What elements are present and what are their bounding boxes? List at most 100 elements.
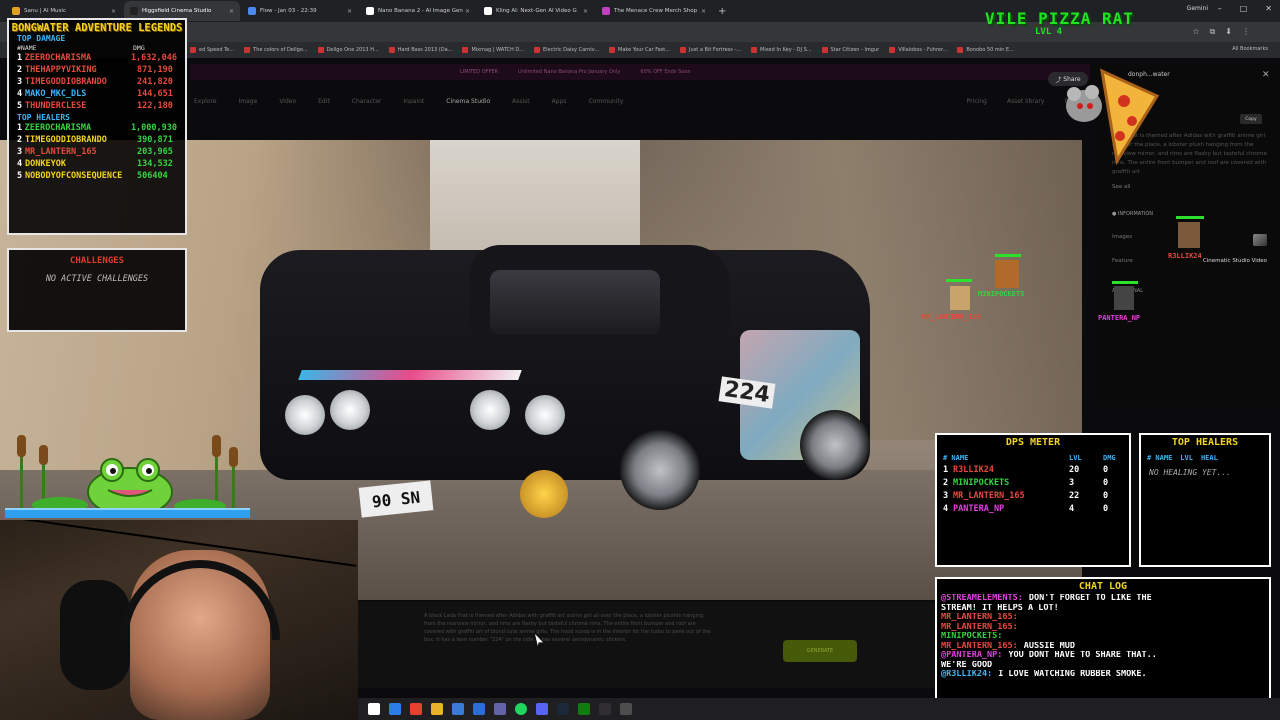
bookmark-item[interactable]: The colors of Dellgo... <box>244 47 308 53</box>
tab-close-icon[interactable]: ✕ <box>347 8 352 15</box>
tab-title: Sanu | AI Music <box>24 8 66 14</box>
player-damage: 0 <box>1103 478 1109 488</box>
tab-close-icon[interactable]: ✕ <box>465 8 470 15</box>
information-label: INFORMATION <box>1117 211 1154 217</box>
start-icon[interactable] <box>368 703 380 715</box>
bookmark-item[interactable]: ed Speed Te... <box>190 47 234 53</box>
player-value: 122,180 <box>137 101 173 111</box>
nav-item[interactable]: Character <box>352 98 382 105</box>
browser-tab[interactable]: The Menace Crew Merch Shop ✕ <box>596 1 712 21</box>
maximize-icon[interactable]: □ <box>1240 4 1248 13</box>
teams-icon[interactable] <box>494 703 506 715</box>
player-name: TIMEGODDIOBRANDO <box>25 135 107 145</box>
bookmark-label: ed Speed Te... <box>199 47 235 53</box>
see-all-link[interactable]: See all <box>1112 184 1130 190</box>
steam-icon[interactable] <box>557 703 569 715</box>
bookmark-item[interactable]: Make Your Car Fast... <box>609 47 670 53</box>
extensions-icon[interactable]: ⧉ <box>1210 27 1216 37</box>
frog-pond-decoration <box>17 435 238 517</box>
player-name: MR_LANTERN_165 <box>25 147 97 157</box>
browser-tab[interactable]: Nano Banana 2 - AI Image Gen ✕ <box>360 1 476 21</box>
discord-icon[interactable] <box>536 703 548 715</box>
browser-tab[interactable]: Flow - Jan 03 - 22:39 ✕ <box>242 1 358 21</box>
nav-item[interactable]: Image <box>239 98 258 105</box>
chat-message: @R3LLIK24: I LOVE WATCHING RUBBER SMOKE. <box>941 670 1265 680</box>
bookmark-item[interactable]: Bonobo 50 min E... <box>957 47 1014 53</box>
player-sprite <box>950 286 970 310</box>
nav-item[interactable]: Assist <box>512 98 530 105</box>
nav-item[interactable]: Apps <box>552 98 567 105</box>
bookmark-icon <box>889 47 896 53</box>
health-bar <box>1176 216 1204 219</box>
prompt-text[interactable]: A black Lada that is themed after Adidas… <box>424 612 714 644</box>
generate-button[interactable]: GENERATE <box>783 640 857 662</box>
tab-close-icon[interactable]: ✕ <box>701 8 706 15</box>
chat-text: AUSSIE MUD <box>1023 641 1075 651</box>
nav-right-item[interactable]: Asset library <box>1007 98 1045 105</box>
star-icon[interactable]: ☆ <box>1192 27 1199 37</box>
copy-button[interactable]: Copy <box>1240 114 1262 124</box>
hood-badge <box>520 470 568 518</box>
damage-header: #NAME DMG <box>9 44 185 52</box>
all-bookmarks-link[interactable]: All Bookmarks <box>1232 46 1268 52</box>
profile-label[interactable]: Gemini <box>1187 5 1208 12</box>
bookmark-label: Bonobo 50 min E... <box>966 47 1014 53</box>
nav-item[interactable]: Video <box>279 98 296 105</box>
nav-item[interactable]: Community <box>589 98 624 105</box>
bookmark-item[interactable]: Mixed In Key - DJ S... <box>751 47 812 53</box>
bookmark-item[interactable]: Villalobos - Fuhrer... <box>889 47 947 53</box>
files-icon[interactable] <box>431 703 443 715</box>
edge-icon[interactable] <box>389 703 401 715</box>
chrome-icon[interactable] <box>410 703 422 715</box>
bookmark-item[interactable]: Hard Bass 2013 (Da... <box>388 47 452 53</box>
tab-close-icon[interactable]: ✕ <box>583 8 588 15</box>
xbox-icon[interactable] <box>578 703 590 715</box>
rank: 5 <box>17 171 23 181</box>
chat-text: DON'T FORGET TO LIKE THE <box>1028 594 1152 603</box>
bookmark-item[interactable]: Mixmag | WATCH D... <box>462 47 524 53</box>
nav-item[interactable]: Explore <box>194 98 217 105</box>
mail-icon[interactable] <box>473 703 485 715</box>
image-thumbnail[interactable] <box>1253 234 1267 248</box>
tab-close-icon[interactable]: ✕ <box>111 8 116 15</box>
nav-item[interactable]: Edit <box>318 98 330 105</box>
info-value: Cinematic Studio Video <box>1202 258 1267 264</box>
top-damage-title: TOP DAMAGE <box>17 34 66 43</box>
promo-text: LIMITED OFFER <box>460 69 499 75</box>
player-name: PANTERA_NP <box>953 504 1005 514</box>
close-window-icon[interactable]: ✕ <box>1265 4 1272 13</box>
spotify-icon[interactable] <box>515 703 527 715</box>
nav-item[interactable]: Cinema Studio <box>446 98 490 105</box>
challenges-empty: NO ACTIVE CHALLENGES <box>45 274 149 284</box>
tab-close-icon[interactable]: ✕ <box>229 8 234 15</box>
chat-message: @STREAMELEMENTS: DON'T FORGET TO LIKE THE <box>941 594 1265 604</box>
browser-tab[interactable]: Kling AI: Next-Gen AI Video G ✕ <box>478 1 594 21</box>
chat-username: MR_LANTERN_165: <box>941 641 1018 651</box>
terminal-icon[interactable] <box>620 703 632 715</box>
player-value: 241,820 <box>137 77 173 87</box>
player-value: 134,532 <box>137 159 173 169</box>
bookmark-item[interactable]: Just a Bit Fortress -... <box>680 47 741 53</box>
pond-water <box>5 508 250 518</box>
legends-leaderboard: BONGWATER ADVENTURE LEGENDS TOP DAMAGE #… <box>7 18 187 235</box>
rank: 2 <box>17 135 23 145</box>
screen: Sanu | AI Music ✕ Higgsfield Cinema Studio… <box>0 0 1280 720</box>
promo-banner[interactable]: LIMITED OFFER Unlimited Nano Banana Pro J… <box>190 64 1090 80</box>
minimize-icon[interactable]: – <box>1218 4 1222 13</box>
nav-item[interactable]: Inpaint <box>403 98 424 105</box>
col-dmg: DMG <box>1103 454 1116 462</box>
new-tab-icon[interactable]: + <box>718 6 726 17</box>
rank: 3 <box>17 77 23 87</box>
leaderboard-row: 3 MR_LANTERN_165 203,965 <box>9 146 185 158</box>
bookmark-item[interactable]: Dellgo One 2013 H... <box>317 47 379 53</box>
close-icon[interactable]: ✕ <box>1262 70 1270 80</box>
nav-right-item[interactable]: Pricing <box>967 98 987 105</box>
player-name: R3LLIK24 <box>953 465 994 475</box>
menu-icon[interactable]: ⋮ <box>1242 27 1250 37</box>
store-icon[interactable] <box>452 703 464 715</box>
download-icon[interactable]: ⬇ <box>1225 27 1232 37</box>
obs-icon[interactable] <box>599 703 611 715</box>
player-name: NOBODYOFCONSEQUENCE <box>25 171 123 181</box>
bookmark-item[interactable]: Electric Daisy Carniv... <box>534 47 599 53</box>
bookmark-item[interactable]: Star Citizen - Imgur <box>821 47 879 53</box>
